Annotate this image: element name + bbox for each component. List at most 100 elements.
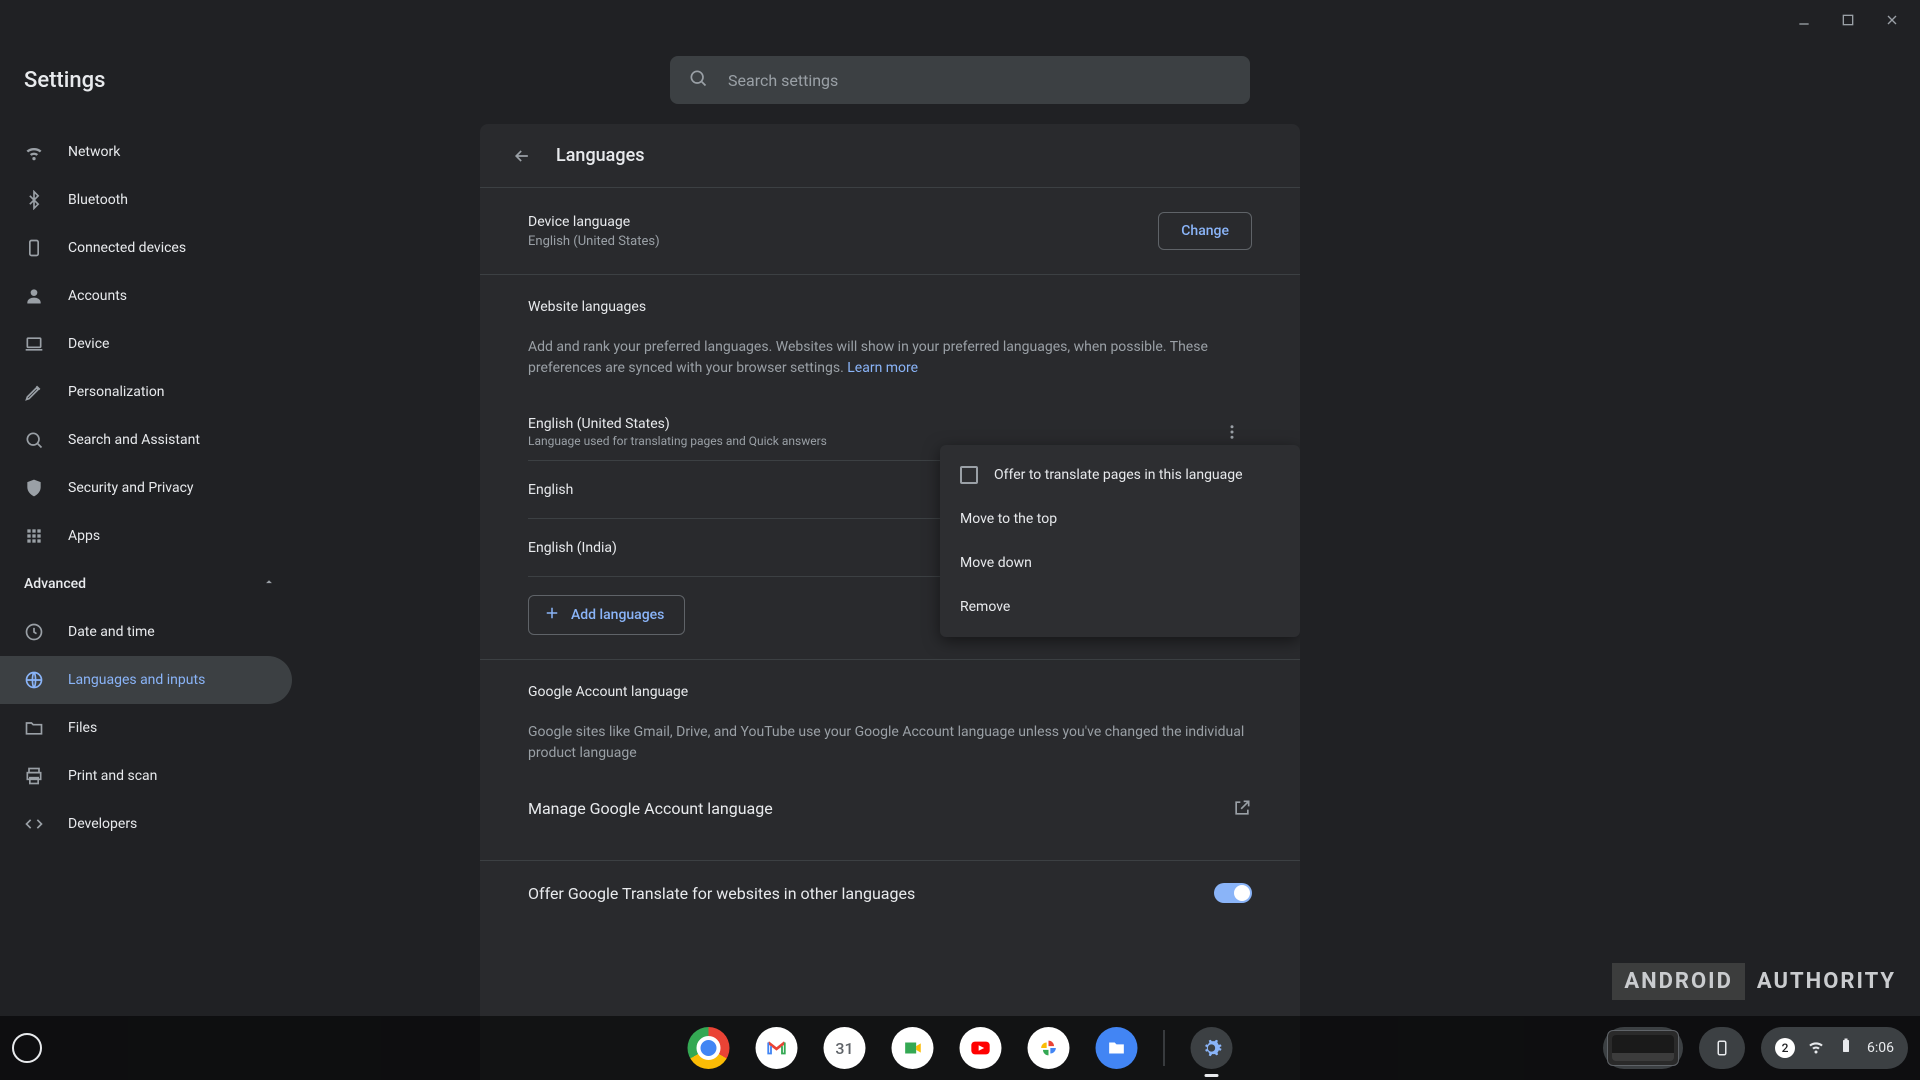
search-bar[interactable] xyxy=(670,56,1250,104)
shelf-app-chrome[interactable] xyxy=(688,1027,730,1069)
shelf-app-files[interactable] xyxy=(1096,1027,1138,1069)
sidebar-item-personalization[interactable]: Personalization xyxy=(0,368,292,416)
change-button[interactable]: Change xyxy=(1158,212,1252,250)
sidebar-item-accounts[interactable]: Accounts xyxy=(0,272,292,320)
search-input[interactable] xyxy=(728,71,1232,90)
sidebar-item-date-time[interactable]: Date and time xyxy=(0,608,292,656)
sidebar-item-search-assistant[interactable]: Search and Assistant xyxy=(0,416,292,464)
menu-item-label: Offer to translate pages in this languag… xyxy=(994,467,1243,483)
shelf-app-youtube[interactable] xyxy=(960,1027,1002,1069)
sidebar-item-label: Languages and inputs xyxy=(68,672,205,688)
language-name: English (United States) xyxy=(528,416,827,432)
shelf-app-meet[interactable] xyxy=(892,1027,934,1069)
sidebar-item-languages-inputs[interactable]: Languages and inputs xyxy=(0,656,292,704)
shelf-separator xyxy=(1164,1030,1165,1066)
desk-thumbnail xyxy=(1607,1030,1679,1066)
shelf-app-calendar[interactable]: 31 xyxy=(824,1027,866,1069)
sidebar-item-label: Personalization xyxy=(68,384,165,400)
status-tray[interactable]: 2 6:06 xyxy=(1761,1027,1908,1069)
menu-item-move-top[interactable]: Move to the top xyxy=(940,497,1300,541)
notification-badge: 2 xyxy=(1775,1038,1795,1058)
plus-icon xyxy=(543,604,561,626)
clock-label: 6:06 xyxy=(1867,1040,1894,1056)
sidebar-section-advanced[interactable]: Advanced xyxy=(0,560,292,608)
offer-translate-toggle-label: Offer Google Translate for websites in o… xyxy=(528,884,915,903)
sidebar-item-label: Search and Assistant xyxy=(68,432,200,448)
chevron-up-icon xyxy=(262,575,276,593)
code-icon xyxy=(24,814,44,834)
shelf-app-photos[interactable] xyxy=(1028,1027,1070,1069)
language-context-menu: Offer to translate pages in this languag… xyxy=(940,445,1300,637)
manage-google-account-language-row[interactable]: Manage Google Account language xyxy=(528,780,1252,836)
sidebar-item-device[interactable]: Device xyxy=(0,320,292,368)
google-account-language-heading: Google Account language xyxy=(528,684,1252,700)
language-subtitle: Language used for translating pages and … xyxy=(528,434,827,448)
learn-more-link[interactable]: Learn more xyxy=(847,360,918,376)
language-name: English xyxy=(528,482,573,498)
menu-item-offer-translate[interactable]: Offer to translate pages in this languag… xyxy=(940,453,1300,497)
calendar-day-label: 31 xyxy=(835,1039,853,1058)
close-button[interactable] xyxy=(1872,0,1912,40)
google-account-language-description: Google sites like Gmail, Drive, and YouT… xyxy=(528,722,1252,764)
menu-item-label: Move to the top xyxy=(960,511,1057,527)
sidebar-item-label: Date and time xyxy=(68,624,155,640)
sidebar: Network Bluetooth Connected devices Acco… xyxy=(0,120,300,1080)
menu-item-label: Move down xyxy=(960,555,1032,571)
device-language-heading: Device language xyxy=(528,214,660,230)
phone-hub-button[interactable] xyxy=(1699,1027,1745,1069)
search-icon xyxy=(24,430,44,450)
launcher-button[interactable] xyxy=(12,1033,42,1063)
sidebar-item-print-scan[interactable]: Print and scan xyxy=(0,752,292,800)
pencil-icon xyxy=(24,382,44,402)
battery-status-icon xyxy=(1837,1037,1855,1059)
search-icon xyxy=(688,68,708,92)
sidebar-item-apps[interactable]: Apps xyxy=(0,512,292,560)
device-language-value: English (United States) xyxy=(528,234,660,249)
sidebar-item-network[interactable]: Network xyxy=(0,128,292,176)
shelf-app-settings[interactable] xyxy=(1191,1027,1233,1069)
sidebar-section-label: Advanced xyxy=(24,576,86,592)
clock-icon xyxy=(24,622,44,642)
shelf-app-gmail[interactable] xyxy=(756,1027,798,1069)
maximize-button[interactable] xyxy=(1828,0,1868,40)
add-languages-button[interactable]: Add languages xyxy=(528,595,685,635)
sidebar-item-files[interactable]: Files xyxy=(0,704,292,752)
back-button[interactable] xyxy=(504,138,540,174)
desk-switcher[interactable] xyxy=(1603,1027,1683,1069)
sidebar-item-label: Security and Privacy xyxy=(68,480,194,496)
sidebar-item-label: Apps xyxy=(68,528,100,544)
page-title: Languages xyxy=(556,145,644,166)
sidebar-item-security-privacy[interactable]: Security and Privacy xyxy=(0,464,292,512)
add-languages-label: Add languages xyxy=(571,607,664,623)
menu-item-label: Remove xyxy=(960,599,1010,615)
sidebar-item-label: Device xyxy=(68,336,109,352)
bluetooth-icon xyxy=(24,190,44,210)
sidebar-item-label: Print and scan xyxy=(68,768,157,784)
wifi-status-icon xyxy=(1807,1037,1825,1059)
sidebar-item-label: Files xyxy=(68,720,97,736)
watermark-right: AUTHORITY xyxy=(1757,969,1896,994)
shield-icon xyxy=(24,478,44,498)
menu-item-remove[interactable]: Remove xyxy=(940,585,1300,629)
folder-icon xyxy=(24,718,44,738)
sidebar-item-bluetooth[interactable]: Bluetooth xyxy=(0,176,292,224)
person-icon xyxy=(24,286,44,306)
offer-translate-toggle[interactable] xyxy=(1214,883,1252,903)
apps-grid-icon xyxy=(24,526,44,546)
settings-detail-panel: Languages Device language English (Unite… xyxy=(480,124,1300,1080)
website-languages-description: Add and rank your preferred languages. W… xyxy=(528,337,1252,379)
active-app-indicator xyxy=(1205,1074,1219,1077)
sidebar-item-connected-devices[interactable]: Connected devices xyxy=(0,224,292,272)
sidebar-item-developers[interactable]: Developers xyxy=(0,800,292,848)
checkbox-unchecked-icon[interactable] xyxy=(960,466,978,484)
watermark: ANDROID AUTHORITY xyxy=(1612,963,1896,1000)
language-name: English (India) xyxy=(528,540,617,556)
shelf: 31 xyxy=(0,1016,1920,1080)
wifi-icon xyxy=(24,142,44,162)
menu-item-move-down[interactable]: Move down xyxy=(940,541,1300,585)
sidebar-item-label: Accounts xyxy=(68,288,127,304)
sidebar-item-label: Network xyxy=(68,144,120,160)
laptop-icon xyxy=(24,334,44,354)
watermark-left: ANDROID xyxy=(1612,963,1745,1000)
minimize-button[interactable] xyxy=(1784,0,1824,40)
